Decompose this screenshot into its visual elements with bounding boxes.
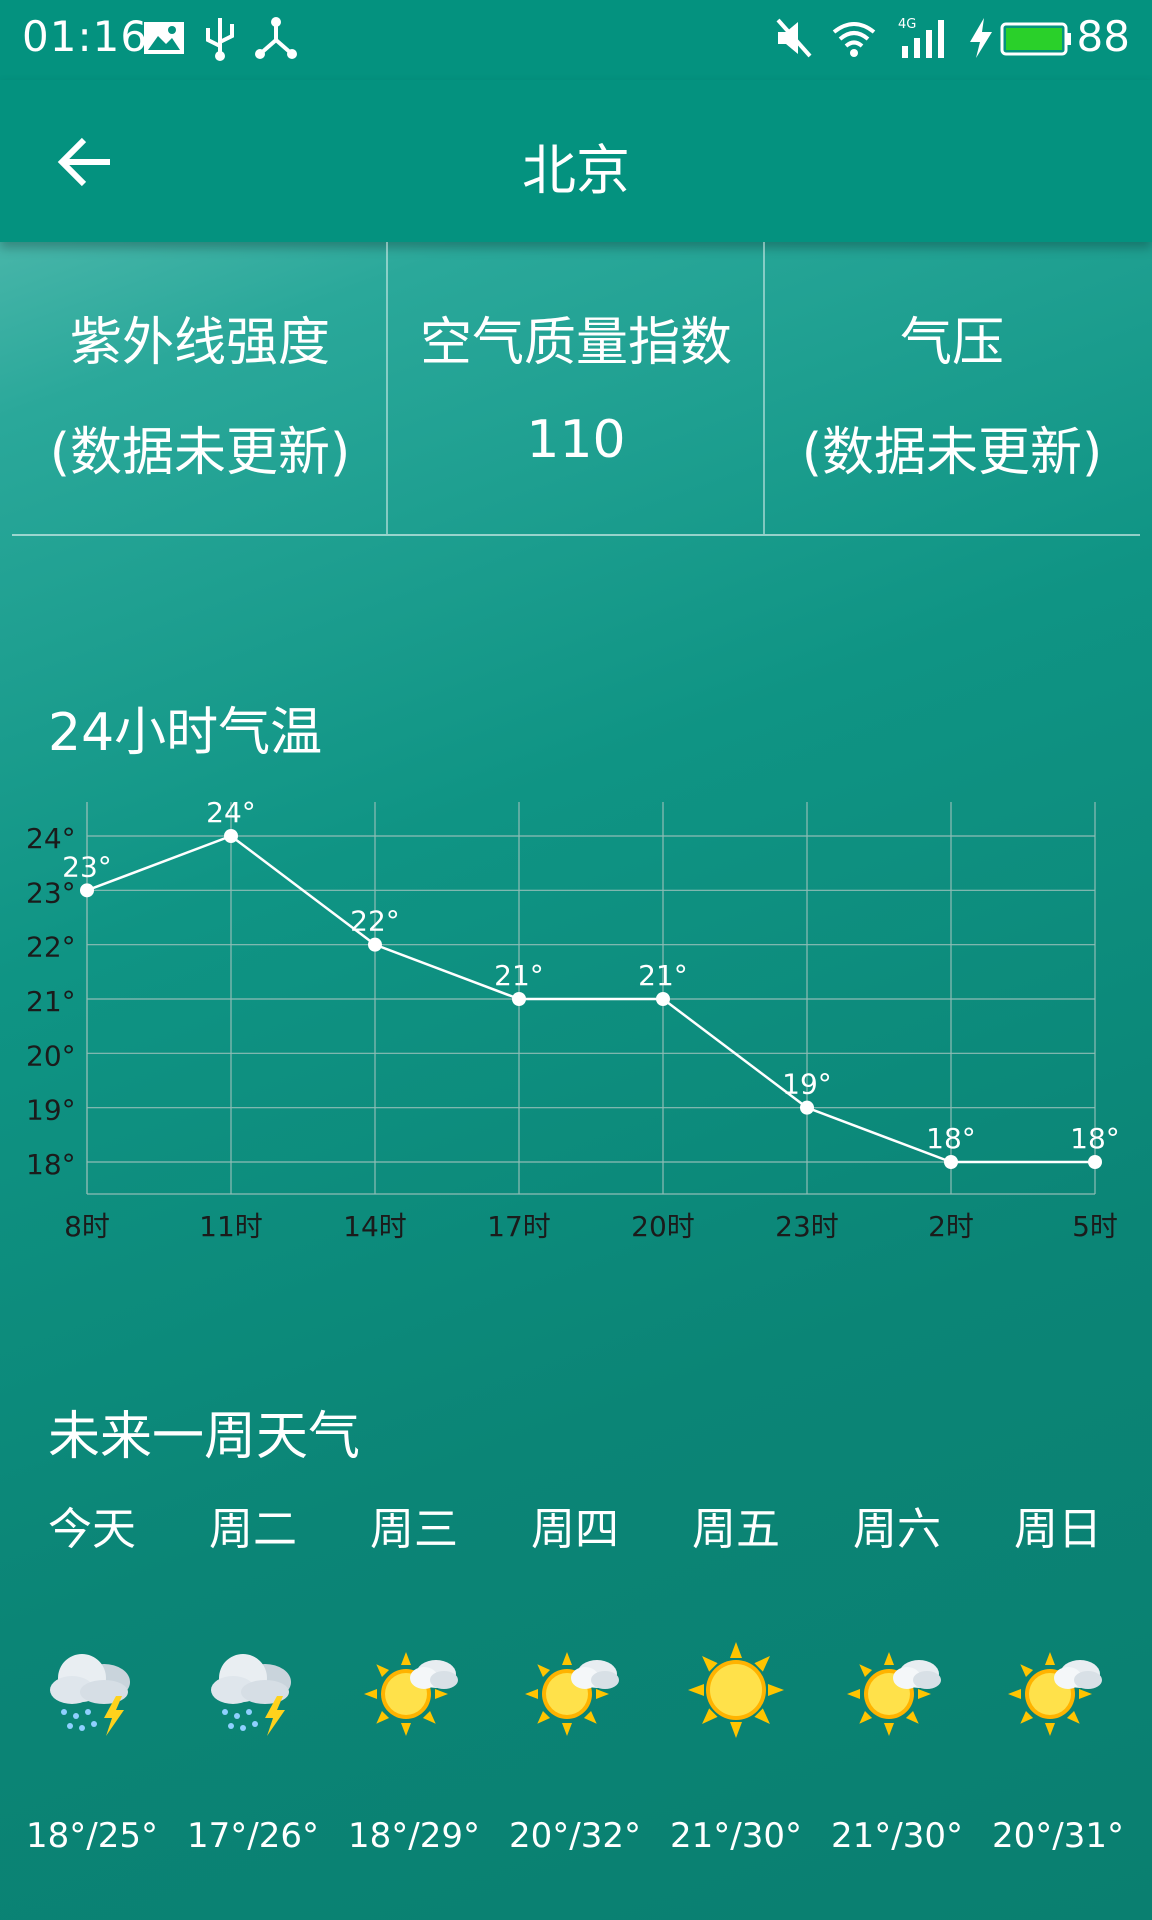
data-label: 18° [926,1122,976,1155]
page-title: 北京 [522,139,630,202]
x-tick-label: 8时 [64,1210,110,1243]
data-label: 18° [1070,1122,1120,1155]
hourly-temperature-chart: 24° 23° 22° 21° 20° 19° 18° 8时 11时 14时 17时 20时 23时 2时… [26,796,1120,1243]
forecast-day: 今天 18°/25° [12,1500,172,1856]
data-label: 21° [638,959,688,992]
forecast-day: 周五 21°/30° [656,1500,816,1856]
hourly-title: 24小时气温 [48,703,323,763]
status-time: 01:16 [22,12,149,61]
forecast-day: 周日 20°/31° [978,1500,1138,1856]
pressure-label: 气压 [899,313,1004,373]
thunderstorm-icon [203,1640,303,1740]
x-tick-label: 2时 [928,1210,974,1243]
y-tick-label: 20° [26,1039,76,1072]
uv-value: (数据未更新) [49,423,351,483]
uv-label: 紫外线强度 [69,313,330,373]
mute-icon [776,18,812,58]
pressure-value: (数据未更新) [801,423,1103,483]
data-label: 24° [206,796,256,829]
battery-percent: 88 [1076,12,1130,61]
sun-cloud-icon [1008,1640,1108,1740]
forecast-day: 周六 21°/30° [817,1500,977,1856]
x-tick-label: 11时 [199,1210,263,1243]
day-name: 周四 [531,1504,619,1555]
usb-icon [206,18,234,61]
share-network-icon [255,17,297,59]
aqi-value: 110 [526,410,626,470]
data-label: 21° [494,959,544,992]
temperature-range: 21°/30° [831,1816,963,1856]
forecast-day: 周三 18°/29° [334,1500,494,1856]
y-tick-label: 18° [26,1148,76,1181]
day-name: 周二 [209,1504,297,1555]
pressure-cell: 气压 (数据未更新) [764,242,1140,534]
weekly-forecast: 今天 18°/25° 周二 17°/26° 周三 18°/29° 周四 20°/32° 周五 21… [0,1500,1152,1880]
sun-cloud-icon [847,1640,947,1740]
aqi-cell: 空气质量指数 110 [388,242,764,534]
divider [763,242,765,534]
data-point [224,829,238,843]
x-tick-label: 14时 [343,1210,407,1243]
temperature-range: 17°/26° [187,1816,319,1856]
svg-text:4G: 4G [898,17,916,32]
wifi-icon [832,22,876,57]
thunderstorm-icon [42,1640,142,1740]
data-label: 22° [350,905,400,938]
info-panel: 紫外线强度 (数据未更新) 空气质量指数 110 气压 (数据未更新) [12,242,1140,536]
x-tick-label: 23时 [775,1210,839,1243]
y-tick-label: 21° [26,985,76,1018]
charging-icon [970,18,992,58]
x-tick-label: 5时 [1072,1210,1118,1243]
data-point [1088,1155,1102,1169]
divider [386,242,388,534]
x-tick-label: 20时 [631,1210,695,1243]
day-name: 周三 [370,1504,458,1555]
signal-4g-icon: 4G [898,17,944,58]
day-name: 今天 [48,1504,136,1555]
data-point [656,992,670,1006]
uv-index-cell: 紫外线强度 (数据未更新) [12,242,388,534]
data-point [800,1100,814,1115]
data-label: 19° [782,1068,832,1101]
image-icon [144,22,184,54]
aqi-label: 空气质量指数 [419,313,732,373]
data-point [944,1155,958,1169]
weekly-title: 未来一周天气 [48,1407,361,1467]
app-bar: 北京 [0,80,1152,242]
y-tick-label: 19° [26,1094,76,1127]
day-name: 周日 [1014,1504,1102,1555]
data-label: 23° [62,850,112,883]
forecast-day: 周四 20°/32° [495,1500,655,1856]
x-tick-label: 17时 [487,1210,551,1243]
status-bar: 01:16 4G 88 [0,0,1152,80]
temperature-range: 21°/30° [670,1816,802,1856]
day-name: 周五 [692,1504,780,1555]
temperature-range: 18°/29° [348,1816,480,1856]
temperature-range: 20°/32° [509,1816,641,1856]
forecast-day: 周二 17°/26° [173,1500,333,1856]
battery-icon [1000,22,1071,56]
day-name: 周六 [853,1504,941,1555]
temperature-range: 18°/25° [26,1816,158,1856]
data-point [368,937,382,952]
temperature-range: 20°/31° [992,1816,1124,1856]
y-tick-label: 22° [26,931,76,964]
sun-icon [686,1640,786,1740]
sun-cloud-icon [525,1640,625,1740]
data-point [512,992,526,1006]
sun-cloud-icon [364,1640,464,1740]
data-point [80,883,94,898]
